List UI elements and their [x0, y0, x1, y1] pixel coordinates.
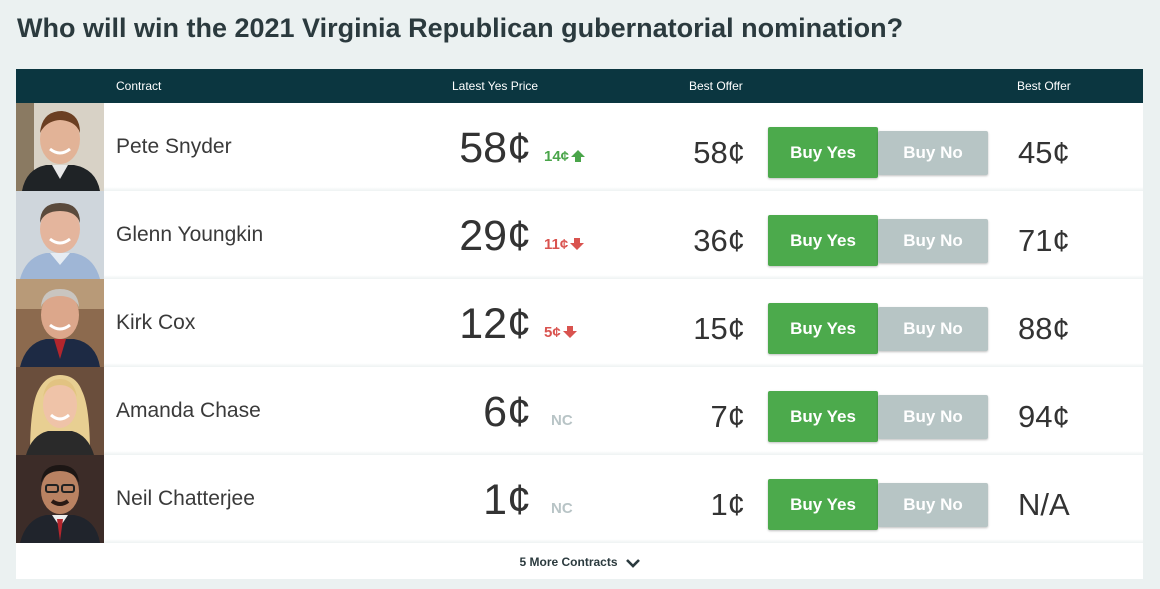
avatar [16, 367, 104, 455]
avatar [16, 103, 104, 191]
page-title: Who will win the 2021 Virginia Republica… [17, 13, 904, 43]
price-change-value: 11¢ [544, 236, 569, 253]
buy-yes-button[interactable]: Buy Yes [768, 215, 878, 266]
avatar [16, 279, 104, 367]
buy-yes-button[interactable]: Buy Yes [768, 391, 878, 442]
contract-name[interactable]: Glenn Youngkin [116, 223, 263, 247]
buy-no-button[interactable]: Buy No [878, 131, 988, 175]
price-change: 5¢ [544, 324, 577, 343]
price-change-value: 5¢ [544, 324, 561, 341]
contract-row: Neil Chatterjee 1¢ NC 1¢ Buy Yes Buy No … [16, 455, 1143, 543]
buy-yes-button[interactable]: Buy Yes [768, 127, 878, 178]
buy-yes-button[interactable]: Buy Yes [768, 479, 878, 530]
chevron-down-icon [625, 559, 640, 568]
best-offer-no: 88¢ [1018, 311, 1070, 346]
contract-row: Kirk Cox 12¢ 5¢ 15¢ Buy Yes Buy No 88¢ [16, 279, 1143, 367]
table-header: Contract Latest Yes Price Best Offer Bes… [16, 69, 1143, 103]
more-contracts-link[interactable]: 5 More Contracts [519, 555, 640, 569]
contract-row: Pete Snyder 58¢ 14¢ 58¢ Buy Yes Buy No 4… [16, 103, 1143, 191]
header-latest-yes-price: Latest Yes Price [452, 79, 539, 93]
best-offer-yes: 36¢ [693, 223, 745, 258]
best-offer-yes: 15¢ [693, 311, 745, 346]
buy-yes-button[interactable]: Buy Yes [768, 303, 878, 354]
contract-name[interactable]: Amanda Chase [116, 399, 261, 423]
buy-no-button[interactable]: Buy No [878, 483, 988, 527]
buy-no-button[interactable]: Buy No [878, 307, 988, 351]
contract-row: Glenn Youngkin 29¢ 11¢ 36¢ Buy Yes Buy N… [16, 191, 1143, 279]
latest-yes-price: 1¢ [483, 476, 531, 524]
more-contracts-label: 5 More Contracts [519, 555, 618, 569]
price-change: 14¢ [544, 148, 586, 167]
price-change-value: NC [551, 412, 573, 429]
header-best-offer-yes: Best Offer [689, 79, 743, 93]
best-offer-yes: 7¢ [710, 399, 745, 434]
latest-yes-price: 6¢ [483, 388, 531, 436]
arrow-down-icon [562, 325, 577, 343]
contract-name[interactable]: Kirk Cox [116, 311, 195, 335]
latest-yes-price: 58¢ [459, 124, 531, 172]
arrow-up-icon [571, 149, 586, 167]
latest-yes-price: 12¢ [459, 300, 531, 348]
best-offer-no: 71¢ [1018, 223, 1070, 258]
avatar [16, 191, 104, 279]
contract-name[interactable]: Pete Snyder [116, 135, 232, 159]
best-offer-yes: 58¢ [693, 135, 745, 170]
contract-name[interactable]: Neil Chatterjee [116, 487, 255, 511]
contracts-table: Contract Latest Yes Price Best Offer Bes… [16, 69, 1143, 579]
header-contract: Contract [116, 79, 162, 93]
price-change-value: 14¢ [544, 148, 570, 165]
price-change: NC [551, 412, 573, 430]
avatar [16, 455, 104, 543]
price-change-value: NC [551, 500, 573, 517]
header-best-offer-no: Best Offer [1017, 79, 1071, 93]
price-change: NC [551, 500, 573, 518]
best-offer-no: 45¢ [1018, 135, 1070, 170]
contract-row: Amanda Chase 6¢ NC 7¢ Buy Yes Buy No 94¢ [16, 367, 1143, 455]
best-offer-no: 94¢ [1018, 399, 1070, 434]
buy-no-button[interactable]: Buy No [878, 219, 988, 263]
best-offer-yes: 1¢ [710, 487, 745, 522]
more-contracts-bar: 5 More Contracts [16, 543, 1143, 579]
price-change: 11¢ [544, 236, 585, 255]
arrow-down-icon [570, 237, 585, 255]
latest-yes-price: 29¢ [459, 212, 531, 260]
best-offer-no: N/A [1018, 487, 1070, 522]
buy-no-button[interactable]: Buy No [878, 395, 988, 439]
